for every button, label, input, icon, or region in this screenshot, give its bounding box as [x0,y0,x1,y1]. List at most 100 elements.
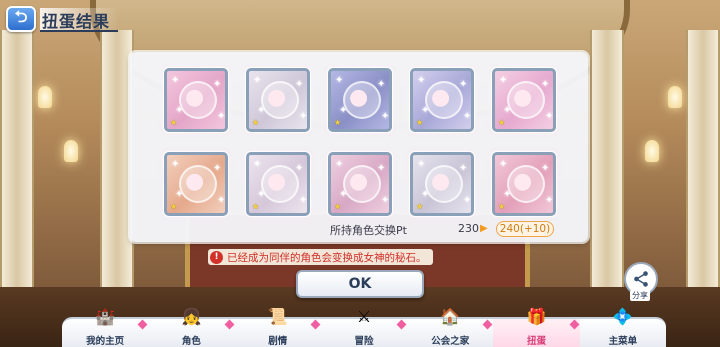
nav-item-guild-house[interactable]: 🏠 公会之家 [407,307,493,347]
sparkle-icon: ✦ [295,163,304,174]
character-card[interactable]: ✦ ✦ ✦ ✦ ★ [164,152,228,216]
rarity-star-icon: ★ [416,202,424,211]
character-portrait [343,81,381,119]
nav-item-main-menu-crystal[interactable]: 💠 主菜单 [580,307,666,347]
sparkle-icon: ✦ [499,159,508,170]
wall-lamp [64,140,78,162]
nav-item-story-scroll[interactable]: 📜 剧情 [235,307,321,347]
sparkle-icon: ✦ [381,111,390,122]
notification-pip [569,319,580,330]
character-portrait [261,165,299,203]
rarity-star-icon: ★ [416,118,424,127]
sparkle-icon: ✦ [541,163,550,174]
notification-pip [310,319,321,330]
nav-item-label: 剧情 [268,336,288,347]
sparkle-icon: ✦ [541,79,550,90]
sparkle-icon: ✦ [339,189,348,200]
character-portrait [179,81,217,119]
adventure-sword-icon: ⚔ [356,306,372,326]
sparkle-icon: ✦ [545,195,554,206]
gacha-result-panel: ✦ ✦ ✦ ✦ ★ ✦ ✦ ✦ ✦ ★ ✦ ✦ ✦ ✦ ★ ✦ ✦ ✦ ✦ ★ ✦ ✦ ✦ ✦ ★ ✦ ✦ ✦ ✦ ★ ✦ ✦ ✦ ✦ ★ ✦ ✦ ✦ ✦ ★… [130,52,588,242]
rarity-star-icon: ★ [252,202,260,211]
character-portrait [343,165,381,203]
sparkle-icon: ✦ [377,79,386,90]
pillar [0,30,34,300]
sparkle-icon: ✦ [381,195,390,206]
sparkle-icon: ✦ [503,105,512,116]
sparkle-icon: ✦ [463,111,472,122]
character-card[interactable]: ✦ ✦ ✦ ✦ ★ [492,152,556,216]
sparkle-icon: ✦ [421,105,430,116]
conversion-notice: ! 已经成为同伴的角色会变换成女神的秘石。 [208,249,433,265]
sparkle-icon: ✦ [377,163,386,174]
exchange-pt-row: 所持角色交换Pt 230 ▶ 240(+10) [330,221,556,238]
character-portrait [507,81,545,119]
sparkle-icon: ✦ [253,159,262,170]
sparkle-icon: ✦ [171,159,180,170]
sparkle-icon: ✦ [339,105,348,116]
character-card[interactable]: ✦ ✦ ✦ ✦ ★ [164,68,228,132]
result-card-grid: ✦ ✦ ✦ ✦ ★ ✦ ✦ ✦ ✦ ★ ✦ ✦ ✦ ✦ ★ ✦ ✦ ✦ ✦ ★ ✦ ✦ ✦ ✦ ★ ✦ ✦ ✦ ✦ ★ ✦ ✦ ✦ ✦ ★ ✦ ✦ ✦ ✦ ★… [164,68,556,216]
sparkle-icon: ✦ [217,111,226,122]
nav-item-label: 公会之家 [431,336,470,347]
sparkle-icon: ✦ [459,79,468,90]
character-card[interactable]: ✦ ✦ ✦ ✦ ★ [492,68,556,132]
exchange-pt-after: 240(+10) [496,221,554,237]
sparkle-icon: ✦ [545,111,554,122]
wall-lamp [645,140,659,162]
wall-lamp [668,86,682,108]
nav-item-adventure-sword[interactable]: ⚔ 冒险 [321,307,407,347]
home-castle-icon: 🏰 [95,306,116,326]
rarity-star-icon: ★ [170,202,178,211]
sparkle-icon: ✦ [257,105,266,116]
sparkle-icon: ✦ [459,163,468,174]
character-card[interactable]: ✦ ✦ ✦ ✦ ★ [328,68,392,132]
rarity-star-icon: ★ [498,118,506,127]
share-icon [634,271,648,287]
sparkle-icon: ✦ [299,195,308,206]
nav-item-home-castle[interactable]: 🏰 我的主页 [62,307,148,347]
exchange-pt-before: 230 [458,222,479,235]
character-portrait [179,165,217,203]
rarity-star-icon: ★ [170,118,178,127]
main-menu-crystal-icon: 💠 [612,306,633,326]
sparkle-icon: ✦ [335,159,344,170]
gacha-icon: 🎁 [526,306,547,326]
sparkle-icon: ✦ [503,189,512,200]
character-icon: 👧 [181,306,202,326]
page-title: 扭蛋结果 [40,8,119,32]
rarity-star-icon: ★ [334,118,342,127]
nav-item-label: 我的主页 [86,336,125,347]
character-card[interactable]: ✦ ✦ ✦ ✦ ★ [410,68,474,132]
pillar [100,30,134,300]
notification-pip [224,319,235,330]
character-portrait [425,165,463,203]
nav-item-label: 扭蛋 [527,336,547,347]
nav-item-label: 主菜单 [608,336,638,347]
pillar [590,30,624,300]
sparkle-icon: ✦ [421,189,430,200]
sparkle-icon: ✦ [335,75,344,86]
sparkle-icon: ✦ [213,163,222,174]
notification-pip [482,319,493,330]
back-arrow-icon: ⮌ [14,6,28,26]
nav-item-label: 角色 [181,336,201,347]
character-card[interactable]: ✦ ✦ ✦ ✦ ★ [328,152,392,216]
warning-icon: ! [210,250,223,264]
arrow-right-icon: ▶ [480,223,488,234]
story-scroll-icon: 📜 [267,306,288,326]
character-card[interactable]: ✦ ✦ ✦ ✦ ★ [246,152,310,216]
character-card[interactable]: ✦ ✦ ✦ ✦ ★ [410,152,474,216]
character-portrait [261,81,299,119]
wall-lamp [38,86,52,108]
ok-button[interactable]: OK [296,270,424,298]
sparkle-icon: ✦ [217,195,226,206]
character-card[interactable]: ✦ ✦ ✦ ✦ ★ [246,68,310,132]
nav-item-character[interactable]: 👧 角色 [148,307,235,347]
sparkle-icon: ✦ [299,111,308,122]
rarity-star-icon: ★ [498,202,506,211]
back-button[interactable]: ⮌ [6,6,36,32]
nav-item-gacha[interactable]: 🎁 扭蛋 [493,307,580,347]
sparkle-icon: ✦ [213,79,222,90]
character-portrait [425,81,463,119]
